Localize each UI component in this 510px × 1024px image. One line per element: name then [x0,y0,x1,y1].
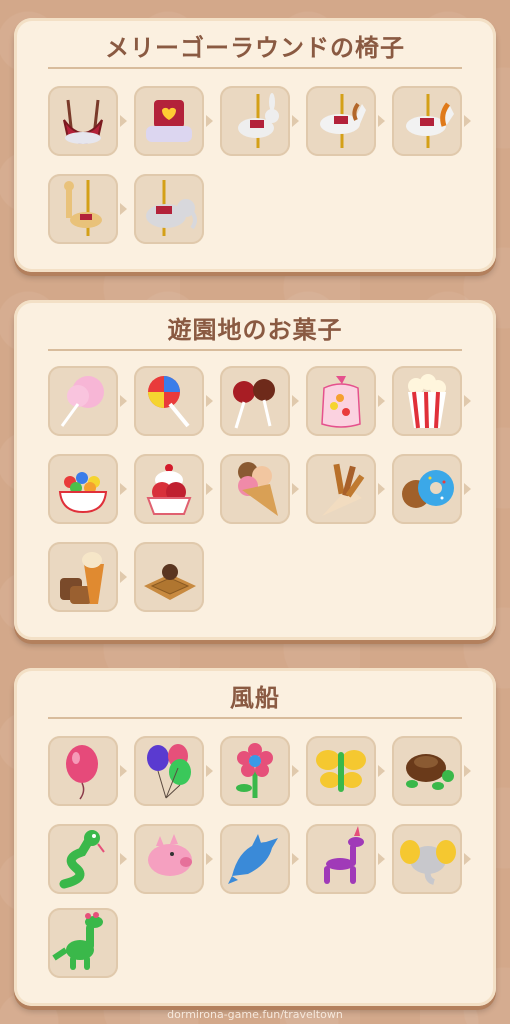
balloon-pig-icon[interactable] [134,824,204,894]
arrow-icon [120,203,127,215]
waffle-cone-stack-icon[interactable] [48,542,118,612]
arrow-icon [206,115,213,127]
arrow-icon [464,765,471,777]
waffle-icon[interactable] [134,542,204,612]
section-title: 風船 [230,684,280,712]
candy-apple-icon[interactable] [220,366,290,436]
arrow-icon [120,483,127,495]
watermark-url: dormirona-game.fun/traveltown [167,1008,343,1021]
section-balloons: 風船 [14,668,496,1006]
section-title: 遊園地のお菓子 [167,316,343,344]
arrow-icon [120,853,127,865]
arrow-icon [292,765,299,777]
balloon-bunch-icon[interactable] [134,736,204,806]
arrow-icon [292,853,299,865]
arrow-icon [292,395,299,407]
white-horse-carousel-icon[interactable] [306,86,376,156]
balloon-elephant-icon[interactable] [392,824,462,894]
arrow-icon [378,765,385,777]
rabbit-carousel-icon[interactable] [220,86,290,156]
arrow-icon [206,395,213,407]
balloon-dog-icon[interactable] [306,824,376,894]
arrow-icon [464,483,471,495]
pink-balloon-icon[interactable] [48,736,118,806]
arrow-icon [206,483,213,495]
arrow-icon [378,483,385,495]
arrow-icon [292,115,299,127]
swing-seat-icon[interactable] [48,86,118,156]
orange-horse-carousel-icon[interactable] [392,86,462,156]
arrow-icon [206,853,213,865]
balloon-dolphin-icon[interactable] [220,824,290,894]
lollipop-icon[interactable] [134,366,204,436]
arrow-icon [464,395,471,407]
giraffe-carousel-icon[interactable] [48,174,118,244]
divider [48,349,462,351]
divider [48,717,462,719]
arrow-icon [378,853,385,865]
balloon-turtle-icon[interactable] [392,736,462,806]
section-carousel-seats: メリーゴーラウンドの椅子 [14,18,496,272]
arrow-icon [120,571,127,583]
churros-icon[interactable] [306,454,376,524]
arrow-icon [378,395,385,407]
arrow-icon [120,765,127,777]
ice-cream-cone-icon[interactable] [220,454,290,524]
donut-icon[interactable] [392,454,462,524]
section-title: メリーゴーラウンドの椅子 [105,34,405,62]
heart-carriage-icon[interactable] [134,86,204,156]
arrow-icon [120,115,127,127]
divider [48,67,462,69]
arrow-icon [378,115,385,127]
gumball-bowl-icon[interactable] [48,454,118,524]
arrow-icon [120,395,127,407]
candy-bag-icon[interactable] [306,366,376,436]
ice-cream-sundae-icon[interactable] [134,454,204,524]
elephant-carousel-icon[interactable] [134,174,204,244]
arrow-icon [464,115,471,127]
arrow-icon [206,765,213,777]
balloon-butterfly-icon[interactable] [306,736,376,806]
arrow-icon [292,483,299,495]
section-amusement-snacks: 遊園地のお菓子 [14,300,496,640]
balloon-flower-icon[interactable] [220,736,290,806]
arrow-icon [464,853,471,865]
popcorn-icon[interactable] [392,366,462,436]
cotton-candy-icon[interactable] [48,366,118,436]
balloon-dinosaur-icon[interactable] [48,908,118,978]
balloon-snake-icon[interactable] [48,824,118,894]
